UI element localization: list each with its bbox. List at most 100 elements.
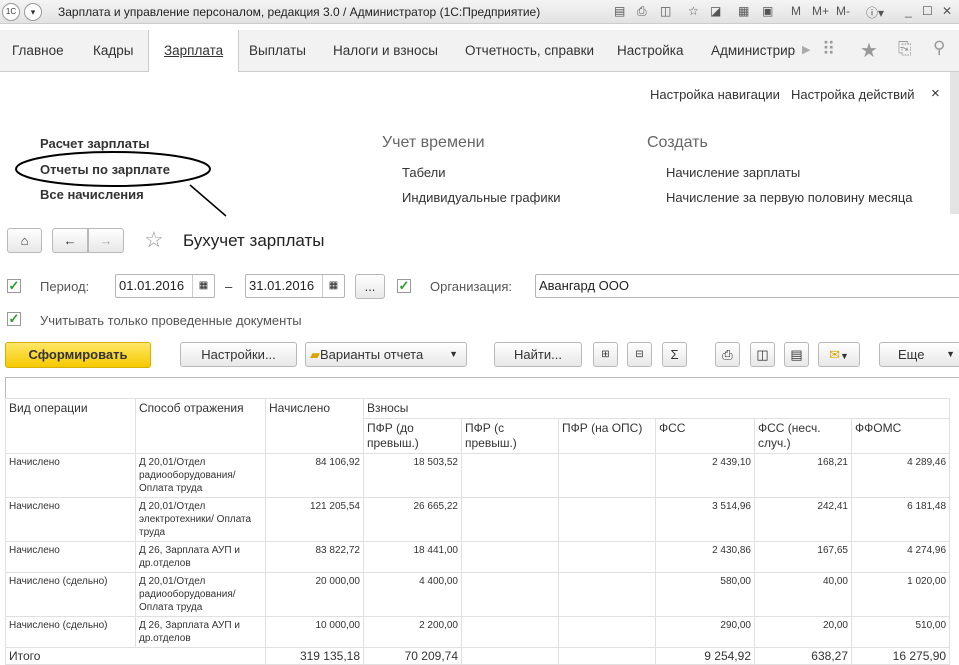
tab-salary[interactable]: Зарплата	[148, 30, 240, 73]
sum-button[interactable]: Σ	[662, 342, 687, 367]
date-to-value: 31.01.2016	[249, 278, 315, 293]
table-cell: 1 020,00	[850, 572, 951, 617]
memory-plus-button[interactable]: M+	[812, 4, 829, 18]
organization-input[interactable]: Авангард ООО	[535, 274, 959, 298]
all-functions-icon[interactable]: ⠿	[822, 39, 835, 60]
tab-hr[interactable]: Кадры	[93, 30, 133, 72]
table-cell	[461, 541, 559, 573]
page-title: Бухучет зарплаты	[183, 231, 325, 250]
forward-button[interactable]: →	[88, 228, 124, 253]
table-cell: 2 439,10	[655, 453, 755, 498]
col-pfr-below: ПФР (до превыш.)	[363, 418, 462, 454]
favorite-icon[interactable]: ☆	[688, 4, 699, 18]
date-from-input[interactable]: 01.01.2016 ▦	[115, 274, 215, 298]
email-icon[interactable]: ✉▼	[818, 342, 860, 367]
table-cell: 18 441,00	[363, 541, 462, 573]
print-icon[interactable]: ⎙	[715, 342, 740, 367]
table-cell	[558, 453, 656, 498]
nav-timesheets[interactable]: Табели	[402, 165, 446, 180]
col-method: Способ отражения	[135, 398, 266, 454]
table-cell: 18 503,52	[363, 453, 462, 498]
tab-reports[interactable]: Отчетность, справки	[465, 30, 594, 72]
calendar-icon[interactable]: ▦	[192, 275, 214, 297]
table-cell: 2 430,86	[655, 541, 755, 573]
bookmark-icon[interactable]: ◪	[710, 4, 721, 18]
total-cell: 319 135,18	[265, 647, 364, 665]
date-to-input[interactable]: 31.01.2016 ▦	[245, 274, 345, 298]
home-button[interactable]: ⌂	[7, 228, 42, 253]
report-variants-button[interactable]: ▰Варианты отчета ▼	[305, 342, 467, 367]
create-header: Создать	[647, 134, 708, 151]
save-icon[interactable]: ▤	[784, 342, 809, 367]
memory-minus-button[interactable]: M-	[836, 4, 850, 18]
find-button[interactable]: Найти...	[494, 342, 582, 367]
calendar-icon[interactable]: ▣	[762, 4, 773, 18]
tab-payments[interactable]: Выплаты	[249, 30, 306, 72]
scroll-right-icon[interactable]: ▶	[802, 43, 810, 56]
table-row: Начислено Д 26, Зарплата АУП и др.отделов…	[5, 541, 951, 573]
navigation-settings-link[interactable]: Настройка навигации	[650, 87, 780, 102]
close-window-icon[interactable]: ✕	[942, 4, 952, 18]
tab-main[interactable]: Главное	[12, 30, 64, 72]
save-icon[interactable]: ▤	[614, 4, 625, 18]
print-icon[interactable]: ⎙	[637, 4, 647, 19]
maximize-icon[interactable]: ☐	[922, 4, 933, 18]
posted-only-checkbox[interactable]: ✓	[7, 312, 21, 326]
main-menu-button[interactable]: ▾	[24, 3, 42, 21]
table-cell	[461, 497, 559, 542]
history-icon[interactable]: ⎘	[898, 39, 912, 59]
period-checkbox[interactable]: ✓	[7, 279, 21, 293]
minimize-icon[interactable]: _	[905, 4, 912, 18]
total-cell: Итого	[5, 647, 266, 665]
table-cell: 4 274,96	[850, 541, 951, 573]
tab-settings[interactable]: Настройка	[617, 30, 683, 72]
calculator-icon[interactable]: ▦	[738, 4, 749, 18]
total-row: Итого 319 135,18 70 209,74 9 254,92 638,27 16…	[5, 647, 951, 665]
info-icon[interactable]: ⓘ▾	[866, 4, 884, 21]
nav-schedules[interactable]: Индивидуальные графики	[402, 190, 561, 205]
table-cell: 83 822,72	[265, 541, 364, 573]
favorite-star-icon[interactable]: ☆	[144, 227, 164, 253]
posted-only-label: Учитывать только проведенные документы	[40, 313, 302, 328]
nav-create-first-half[interactable]: Начисление за первую половину месяца	[666, 190, 913, 205]
tab-taxes[interactable]: Налоги и взносы	[333, 30, 438, 72]
col-ffoms: ФФОМС	[850, 418, 951, 454]
table-cell: 84 106,92	[265, 453, 364, 498]
expand-groups-icon[interactable]: ⊞	[593, 342, 618, 367]
col-contributions: Взносы	[362, 398, 951, 419]
more-button[interactable]: Еще ▼	[879, 342, 959, 367]
nav-create-accrual[interactable]: Начисление зарплаты	[666, 165, 800, 180]
table-cell	[461, 572, 559, 617]
col-pfr-above: ПФР (с превыш.)	[461, 418, 559, 454]
dropdown-icon: ▼	[449, 349, 458, 359]
table-cell: Начислено	[5, 541, 136, 573]
select-period-button[interactable]: ...	[355, 274, 385, 299]
back-button[interactable]: ←	[52, 228, 88, 253]
table-cell: 6 181,48	[850, 497, 951, 542]
memory-m-button[interactable]: M	[791, 4, 801, 18]
print-preview-icon[interactable]: ◫	[750, 342, 775, 367]
tab-admin[interactable]: Администрир	[711, 30, 801, 72]
total-cell: 638,27	[754, 647, 852, 665]
col-pfr-ops: ПФР (на ОПС)	[558, 418, 656, 454]
favorites-icon[interactable]: ★	[860, 38, 878, 63]
col-fss-accident: ФСС (несч. случ.)	[754, 418, 852, 454]
preview-icon[interactable]: ◫	[660, 4, 671, 18]
close-panel-icon[interactable]: ×	[931, 85, 940, 102]
table-cell: 3 514,96	[655, 497, 755, 542]
table-cell: Д 20,01/Отдел радиооборудования/ Оплата …	[135, 572, 266, 617]
search-icon[interactable]: ⚲	[933, 38, 945, 58]
period-dash: –	[225, 279, 233, 294]
organization-checkbox[interactable]: ✓	[397, 279, 411, 293]
table-cell: Начислено	[5, 497, 136, 542]
collapse-groups-icon[interactable]: ⊟	[627, 342, 652, 367]
table-cell: Д 20,01/Отдел электротехники/ Оплата тру…	[135, 497, 266, 542]
folder-icon: ▰	[310, 347, 320, 362]
settings-button[interactable]: Настройки...	[180, 342, 297, 367]
generate-button[interactable]: Сформировать	[5, 342, 151, 368]
nav-scrollbar[interactable]	[950, 72, 959, 214]
table-cell	[461, 453, 559, 498]
calendar-icon[interactable]: ▦	[322, 275, 344, 297]
actions-settings-link[interactable]: Настройка действий	[791, 87, 915, 102]
total-cell	[558, 647, 656, 665]
